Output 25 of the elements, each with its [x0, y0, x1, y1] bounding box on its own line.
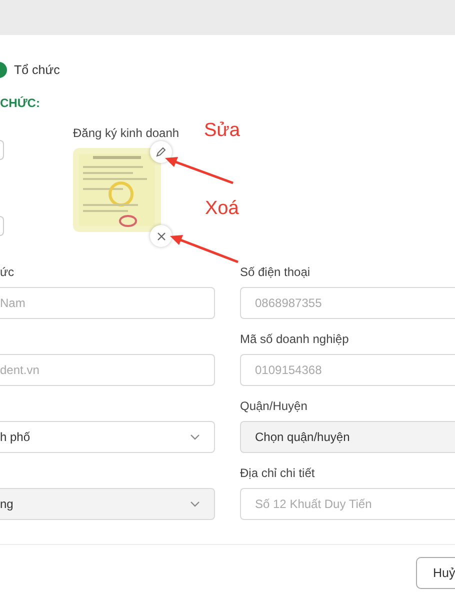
pencil-icon	[155, 146, 167, 158]
chevron-down-icon	[190, 501, 200, 507]
field-label: Địa chỉ chi tiết	[240, 465, 316, 481]
close-icon	[156, 232, 166, 240]
edit-button[interactable]	[150, 141, 172, 163]
field-label: Số điện thoại	[240, 264, 312, 280]
chevron-down-icon	[190, 434, 200, 440]
text-field[interactable]: dent.vn	[0, 354, 215, 386]
text-field[interactable]: Số 12 Khuất Duy Tiến	[240, 488, 455, 520]
cancel-button[interactable]: Huỷ	[416, 557, 455, 589]
annotation-label: Xoá	[205, 198, 239, 220]
field-label: ức	[0, 264, 16, 280]
arrow	[163, 156, 235, 186]
field-label: Mã số doanh nghiệp	[240, 331, 350, 347]
text-field[interactable]: Nam	[0, 287, 215, 319]
select-field[interactable]: h phố	[0, 421, 215, 453]
arrow	[168, 234, 240, 264]
text-field[interactable]: 0868987355	[240, 287, 455, 319]
field-label: Quận/Huyện	[240, 398, 308, 414]
upload-label: Đăng ký kinh doanh	[73, 126, 180, 140]
annotation-label: Sửa	[204, 120, 240, 142]
section-title: CHỨC:	[0, 96, 41, 110]
radio-label[interactable]: Tổ chức	[14, 63, 60, 77]
text-field[interactable]: 0109154368	[240, 354, 455, 386]
delete-button[interactable]	[150, 225, 172, 247]
